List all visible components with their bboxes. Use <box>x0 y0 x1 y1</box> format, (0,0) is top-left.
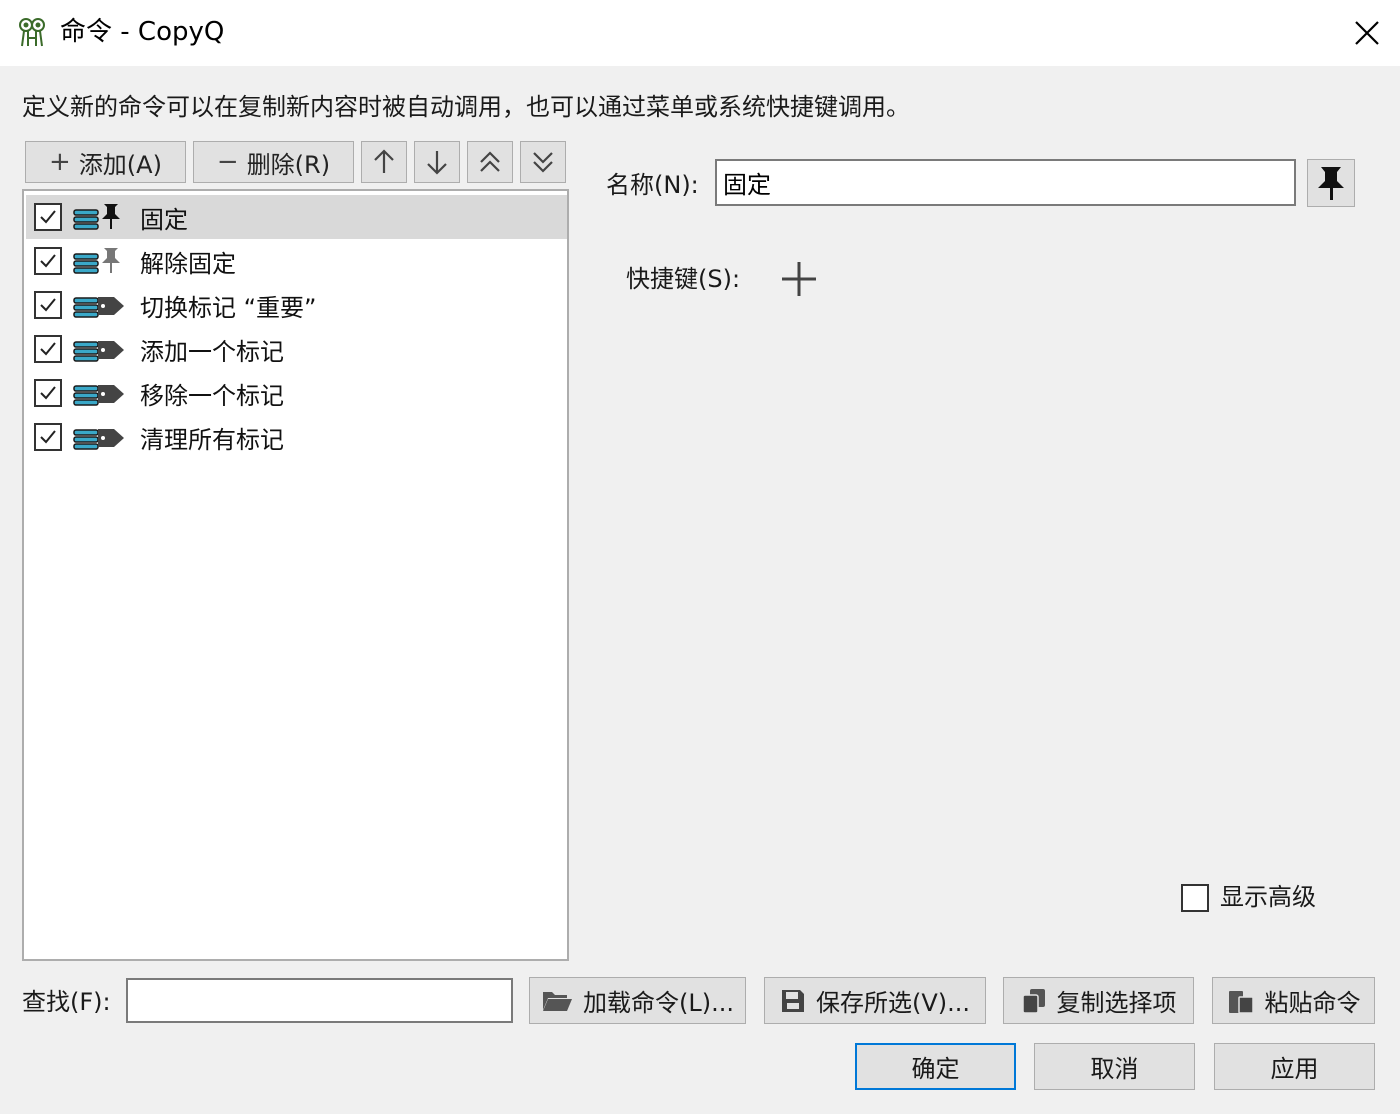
check-icon <box>40 430 56 444</box>
save-icon <box>781 989 804 1012</box>
copy-selected-label: 复制选择项 <box>1056 989 1177 1017</box>
command-checkbox[interactable] <box>34 291 62 319</box>
check-icon <box>40 298 56 312</box>
command-checkbox[interactable] <box>34 203 62 231</box>
paste-commands-button[interactable]: 粘贴命令 <box>1212 977 1375 1024</box>
paste-icon <box>1228 990 1254 1014</box>
command-label: 移除一个标记 <box>140 381 284 410</box>
double-chevron-down-icon <box>533 152 553 173</box>
command-checkbox[interactable] <box>34 423 62 451</box>
tag-icon <box>73 297 124 318</box>
load-commands-label: 加载命令(L)... <box>583 989 734 1017</box>
command-row-unpin[interactable]: 解除固定 <box>26 239 567 283</box>
load-commands-button[interactable]: 加载命令(L)... <box>529 977 746 1024</box>
plus-icon: + <box>49 147 71 177</box>
move-bottom-button[interactable] <box>520 141 566 183</box>
command-checkbox[interactable] <box>34 247 62 275</box>
close-button[interactable] <box>1334 0 1400 66</box>
cancel-button[interactable]: 取消 <box>1034 1043 1195 1090</box>
name-input[interactable] <box>715 159 1296 206</box>
command-row-add-tag[interactable]: 添加一个标记 <box>26 327 567 371</box>
move-up-button[interactable] <box>361 141 407 183</box>
show-advanced-label: 显示高级 <box>1220 883 1316 911</box>
copy-icon <box>1021 988 1045 1014</box>
copy-selected-button[interactable]: 复制选择项 <box>1003 977 1194 1024</box>
command-list[interactable]: 固定 解除固定 切换标记 “重要” 添加一个标记 移除一个标记 清理所有标记 <box>22 189 569 961</box>
folder-open-icon <box>543 991 572 1011</box>
arrow-up-icon <box>374 149 394 173</box>
check-icon <box>40 254 56 268</box>
pin-icon <box>73 204 120 230</box>
save-selected-button[interactable]: 保存所选(V)... <box>764 977 986 1024</box>
paste-commands-label: 粘贴命令 <box>1264 989 1361 1017</box>
window-title: 命令 - CopyQ <box>60 17 225 47</box>
command-label: 固定 <box>140 205 188 234</box>
ok-button[interactable]: 确定 <box>855 1043 1016 1090</box>
unpin-icon <box>73 248 120 274</box>
double-chevron-up-icon <box>480 151 500 172</box>
remove-command-button[interactable]: − 删除(R) <box>193 141 354 183</box>
find-input[interactable] <box>126 978 513 1023</box>
dialog-description: 定义新的命令可以在复制新内容时被自动调用，也可以通过菜单或系统快捷键调用。 <box>22 93 910 121</box>
remove-command-label: 删除(R) <box>246 150 331 179</box>
show-advanced-checkbox[interactable] <box>1181 884 1209 912</box>
command-checkbox[interactable] <box>34 379 62 407</box>
check-icon <box>40 386 56 400</box>
add-shortcut-button[interactable] <box>776 256 822 302</box>
find-label: 查找(F): <box>22 988 111 1016</box>
tag-icon <box>73 341 124 362</box>
command-row-clear-tags[interactable]: 清理所有标记 <box>26 415 567 459</box>
title-bar: 命令 - CopyQ <box>0 0 1400 66</box>
command-checkbox[interactable] <box>34 335 62 363</box>
tag-icon <box>73 385 124 406</box>
command-label: 清理所有标记 <box>140 425 284 454</box>
apply-button[interactable]: 应用 <box>1214 1043 1375 1090</box>
arrow-down-icon <box>427 151 447 175</box>
plus-icon <box>782 262 816 296</box>
command-row-remove-tag[interactable]: 移除一个标记 <box>26 371 567 415</box>
close-icon <box>1355 21 1379 45</box>
add-command-label: 添加(A) <box>78 150 162 179</box>
command-icon-button[interactable] <box>1307 159 1355 207</box>
pin-icon <box>1318 167 1344 200</box>
command-label: 解除固定 <box>140 249 236 278</box>
check-icon <box>40 342 56 356</box>
move-top-button[interactable] <box>467 141 513 183</box>
command-label: 切换标记 “重要” <box>140 293 317 322</box>
command-label: 添加一个标记 <box>140 337 284 366</box>
command-row-pin[interactable]: 固定 <box>26 195 567 239</box>
tag-icon <box>73 429 124 450</box>
command-row-toggle-important[interactable]: 切换标记 “重要” <box>26 283 567 327</box>
minus-icon: − <box>216 147 239 177</box>
shortcut-label: 快捷键(S): <box>626 265 741 293</box>
move-down-button[interactable] <box>414 141 460 183</box>
name-label: 名称(N): <box>606 171 699 199</box>
add-command-button[interactable]: + 添加(A) <box>25 141 186 183</box>
save-selected-label: 保存所选(V)... <box>815 989 971 1017</box>
copyq-app-icon <box>19 18 45 47</box>
check-icon <box>40 210 56 224</box>
